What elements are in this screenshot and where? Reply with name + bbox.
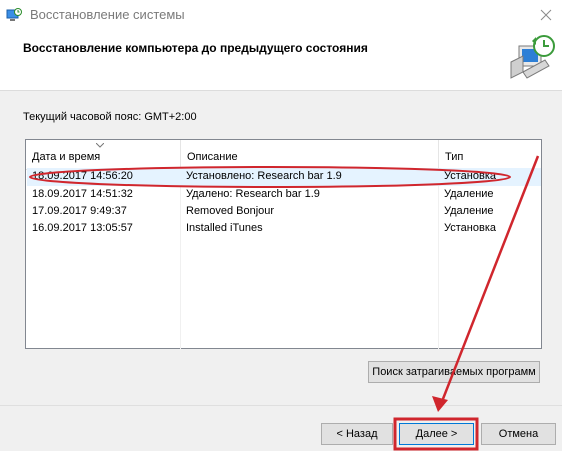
- restore-points-list[interactable]: Дата и время Описание Тип 18.09.2017 14:…: [25, 139, 542, 349]
- row-date: 18.09.2017 14:56:20: [32, 170, 133, 182]
- column-header-description[interactable]: Описание: [180, 140, 438, 169]
- footer-divider: [0, 405, 562, 406]
- back-button[interactable]: < Назад: [321, 423, 393, 445]
- row-type: Установка: [444, 222, 496, 234]
- row-date: 18.09.2017 14:51:32: [32, 188, 133, 200]
- annotation-arrow-head: [432, 396, 448, 412]
- list-header: Дата и время Описание Тип: [26, 140, 541, 170]
- system-restore-icon: [6, 7, 22, 23]
- page-title: Восстановление компьютера до предыдущего…: [23, 41, 368, 55]
- column-header-date[interactable]: Дата и время: [26, 140, 180, 169]
- column-header-type[interactable]: Тип: [438, 140, 541, 169]
- window-title: Восстановление системы: [30, 7, 185, 22]
- row-type: Удаление: [444, 188, 494, 200]
- table-row[interactable]: 16.09.2017 13:05:57 Installed iTunes Уст…: [27, 220, 541, 238]
- restore-computer-icon: [505, 32, 557, 84]
- row-description: Installed iTunes: [186, 222, 263, 234]
- row-date: 16.09.2017 13:05:57: [32, 222, 133, 234]
- table-row[interactable]: 17.09.2017 9:49:37 Removed Bonjour Удале…: [27, 203, 541, 221]
- close-icon: [540, 9, 552, 21]
- row-date: 17.09.2017 9:49:37: [32, 205, 127, 217]
- scan-affected-programs-button[interactable]: Поиск затрагиваемых программ: [368, 361, 540, 383]
- close-button[interactable]: [530, 0, 562, 30]
- table-row[interactable]: 18.09.2017 14:56:20 Установлено: Researc…: [27, 168, 541, 186]
- row-type: Удаление: [444, 205, 494, 217]
- row-description: Установлено: Research bar 1.9: [186, 170, 342, 182]
- cancel-button[interactable]: Отмена: [481, 423, 556, 445]
- header-divider: [0, 90, 562, 91]
- header-panel: Восстановление компьютера до предыдущего…: [0, 30, 562, 90]
- next-button[interactable]: Далее >: [399, 423, 474, 445]
- title-bar: Восстановление системы: [0, 0, 562, 30]
- row-type: Установка: [444, 170, 496, 182]
- table-row[interactable]: 18.09.2017 14:51:32 Удалено: Research ba…: [27, 186, 541, 204]
- timezone-label: Текущий часовой пояс: GMT+2:00: [23, 111, 197, 123]
- row-description: Удалено: Research bar 1.9: [186, 188, 320, 200]
- row-description: Removed Bonjour: [186, 205, 275, 217]
